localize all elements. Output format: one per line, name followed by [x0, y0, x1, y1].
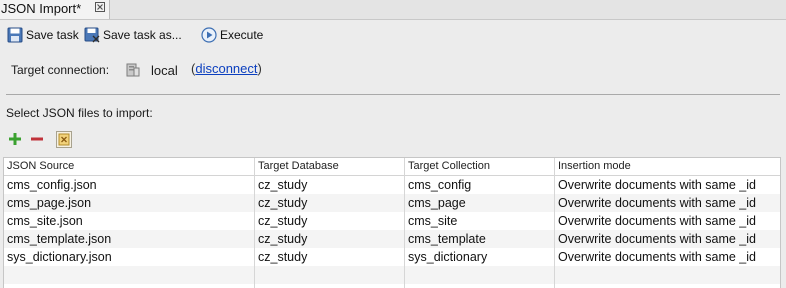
- column-divider: [254, 158, 255, 288]
- database-icon: [126, 63, 140, 77]
- disconnect-link[interactable]: disconnect: [195, 61, 257, 76]
- insertion-mode-cell: Overwrite documents with same _id: [558, 250, 756, 264]
- column-header-target-database[interactable]: Target Database: [255, 158, 405, 175]
- empty-row: [4, 266, 780, 284]
- save-task-label: Save task: [26, 28, 79, 42]
- play-icon: [201, 27, 217, 43]
- target-database-cell: cz_study: [258, 250, 308, 264]
- column-header-json-source[interactable]: JSON Source: [4, 158, 255, 175]
- json-source-cell: cms_page.json: [7, 196, 92, 210]
- close-paren: ): [257, 61, 262, 76]
- insertion-mode-cell: Overwrite documents with same _id: [558, 214, 756, 228]
- insertion-mode-cell: Overwrite documents with same _id: [558, 178, 756, 192]
- table-row[interactable]: cms_config.json cz_study cms_config Over…: [4, 176, 780, 194]
- target-database-cell: cz_study: [258, 232, 308, 246]
- json-source-cell: cms_template.json: [7, 232, 112, 246]
- save-icon: [7, 27, 23, 43]
- table-row[interactable]: cms_template.json cz_study cms_template …: [4, 230, 780, 248]
- save-task-as-button[interactable]: Save task as...: [84, 27, 184, 45]
- target-collection-cell: cms_config: [408, 178, 472, 192]
- save-as-icon: [84, 27, 100, 43]
- target-database-cell: cz_study: [258, 214, 308, 228]
- table-row[interactable]: cms_site.json cz_study cms_site Overwrit…: [4, 212, 780, 230]
- remove-icon[interactable]: [29, 131, 45, 147]
- connection-name: local: [151, 63, 178, 78]
- column-divider: [404, 158, 405, 288]
- json-source-cell: cms_site.json: [7, 214, 83, 228]
- disconnect-group: (disconnect): [191, 61, 262, 76]
- select-files-label: Select JSON files to import:: [6, 106, 153, 120]
- save-task-button[interactable]: Save task: [7, 27, 79, 45]
- target-connection-label: Target connection:: [11, 63, 110, 77]
- editor-tab-strip: JSON Import*: [0, 0, 786, 20]
- target-collection-cell: cms_template: [408, 232, 486, 246]
- tab-title: JSON Import*: [1, 1, 82, 16]
- column-divider: [554, 158, 555, 288]
- separator: [6, 94, 780, 95]
- target-collection-cell: cms_site: [408, 214, 458, 228]
- execute-button[interactable]: Execute: [201, 27, 267, 45]
- import-files-table: JSON Source Target Database Target Colle…: [3, 157, 781, 288]
- target-database-cell: cz_study: [258, 178, 308, 192]
- close-icon[interactable]: [94, 1, 106, 13]
- save-task-as-label: Save task as...: [103, 28, 182, 42]
- tab-json-import[interactable]: JSON Import*: [0, 0, 110, 19]
- insertion-mode-cell: Overwrite documents with same _id: [558, 232, 756, 246]
- column-header-insertion-mode[interactable]: Insertion mode: [555, 158, 780, 175]
- add-icon[interactable]: [7, 131, 23, 147]
- clear-list-icon[interactable]: [56, 131, 72, 148]
- table-row[interactable]: cms_page.json cz_study cms_page Overwrit…: [4, 194, 780, 212]
- table-header: JSON Source Target Database Target Colle…: [4, 158, 780, 176]
- target-database-cell: cz_study: [258, 196, 308, 210]
- target-collection-cell: sys_dictionary: [408, 250, 488, 264]
- json-source-cell: cms_config.json: [7, 178, 97, 192]
- column-header-target-collection[interactable]: Target Collection: [405, 158, 555, 175]
- json-source-cell: sys_dictionary.json: [7, 250, 112, 264]
- execute-label: Execute: [220, 28, 264, 42]
- target-collection-cell: cms_page: [408, 196, 466, 210]
- insertion-mode-cell: Overwrite documents with same _id: [558, 196, 756, 210]
- table-row[interactable]: sys_dictionary.json cz_study sys_diction…: [4, 248, 780, 266]
